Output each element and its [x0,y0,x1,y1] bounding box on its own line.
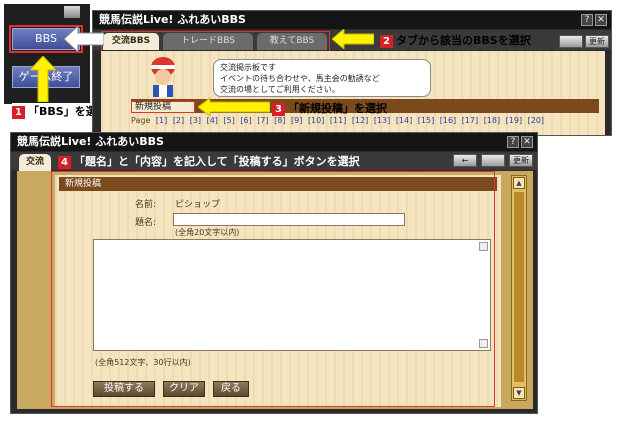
bbs-content-area: 交流掲示板です イベントの待ち合わせや、馬主会の勧誘など 交流の場としてご利用く… [101,51,605,135]
prev-button[interactable] [559,35,583,48]
scrollbar[interactable]: ▲ ▼ [511,175,527,401]
callout-3: 3 「新規投稿」を選択 [272,100,387,116]
speech-line-2: イベントの待ち合わせや、馬主会の勧誘など [220,74,380,83]
jockey-avatar [151,57,175,97]
left-arrow-icon [198,98,270,116]
page-link[interactable]: [5] [223,115,234,127]
new-post-tab[interactable]: 新規投稿 [131,101,195,113]
page-link[interactable]: [19] [506,115,522,127]
help-button[interactable]: ? [507,136,519,148]
page-link[interactable]: [6] [240,115,251,127]
page-label: Page [131,116,151,125]
callout-2-text: タブから該当のBBSを選択 [396,34,531,47]
bbs-window-front: 競馬伝説Live! ふれあいBBS ? ✕ 交流 ← 更新 新規投稿 名前: ピ… [10,132,538,414]
callout-1-number: 1 [12,106,25,119]
page-link[interactable]: [17] [462,115,478,127]
page-link[interactable]: [4] [207,115,218,127]
left-arrow-icon [332,29,374,49]
back-arrow-button[interactable]: ← [453,154,477,167]
speech-bubble: 交流掲示板です イベントの待ち合わせや、馬主会の勧誘など 交流の場としてご利用く… [213,59,431,97]
page-link[interactable]: [1] [156,115,167,127]
page-link[interactable]: [7] [257,115,268,127]
help-button[interactable]: ? [581,14,593,26]
callout-3-number: 3 [272,103,285,116]
callout-4-text: 「題名」と「内容」を記入して「投稿する」ボタンを選択 [74,155,360,168]
scroll-track[interactable] [514,192,524,382]
menu-icon [64,6,80,18]
callout-2-number: 2 [380,35,393,48]
page-link[interactable]: [15] [418,115,434,127]
window-title-text: 競馬伝説Live! ふれあいBBS [17,135,164,148]
window-title: 競馬伝説Live! ふれあいBBS [93,11,611,29]
update-button[interactable]: 更新 [509,154,533,167]
tab-social-bbs[interactable]: 交流 [19,154,51,171]
scroll-up-icon[interactable]: ▲ [513,177,525,189]
window-title: 競馬伝説Live! ふれあいBBS [11,133,537,151]
update-button[interactable]: 更新 [585,35,609,48]
forward-button[interactable] [481,154,505,167]
page-link[interactable]: [10] [308,115,324,127]
page-navigation: Page [1] [2] [3] [4] [5] [6] [7] [8] [9]… [131,115,599,127]
tabs-highlight [101,31,330,52]
close-button[interactable]: ✕ [521,136,533,148]
callout-3-text: 「新規投稿」を選択 [288,102,387,115]
speech-line-3: 交流の場としてご利用ください。 [220,85,340,94]
page-link[interactable]: [16] [440,115,456,127]
up-arrow-icon [30,56,56,102]
callout-4: 4 「題名」と「内容」を記入して「投稿する」ボタンを選択 [56,153,362,169]
page-link[interactable]: [20] [528,115,544,127]
left-arrow-icon [64,26,104,52]
page-link[interactable]: [2] [173,115,184,127]
form-highlight [51,171,495,407]
page-link[interactable]: [8] [274,115,285,127]
page-link[interactable]: [11] [330,115,346,127]
page-link[interactable]: [9] [291,115,302,127]
page-link[interactable]: [13] [374,115,390,127]
callout-4-number: 4 [58,156,71,169]
callout-2: 2 タブから該当のBBSを選択 [380,32,531,48]
page-link[interactable]: [18] [484,115,500,127]
close-button[interactable]: ✕ [595,14,607,26]
page-link[interactable]: [14] [396,115,412,127]
page-link[interactable]: [3] [190,115,201,127]
window-title-text: 競馬伝説Live! ふれあいBBS [99,13,246,26]
page-link[interactable]: [12] [352,115,368,127]
scroll-down-icon[interactable]: ▼ [513,387,525,399]
speech-line-1: 交流掲示板です [220,63,276,72]
